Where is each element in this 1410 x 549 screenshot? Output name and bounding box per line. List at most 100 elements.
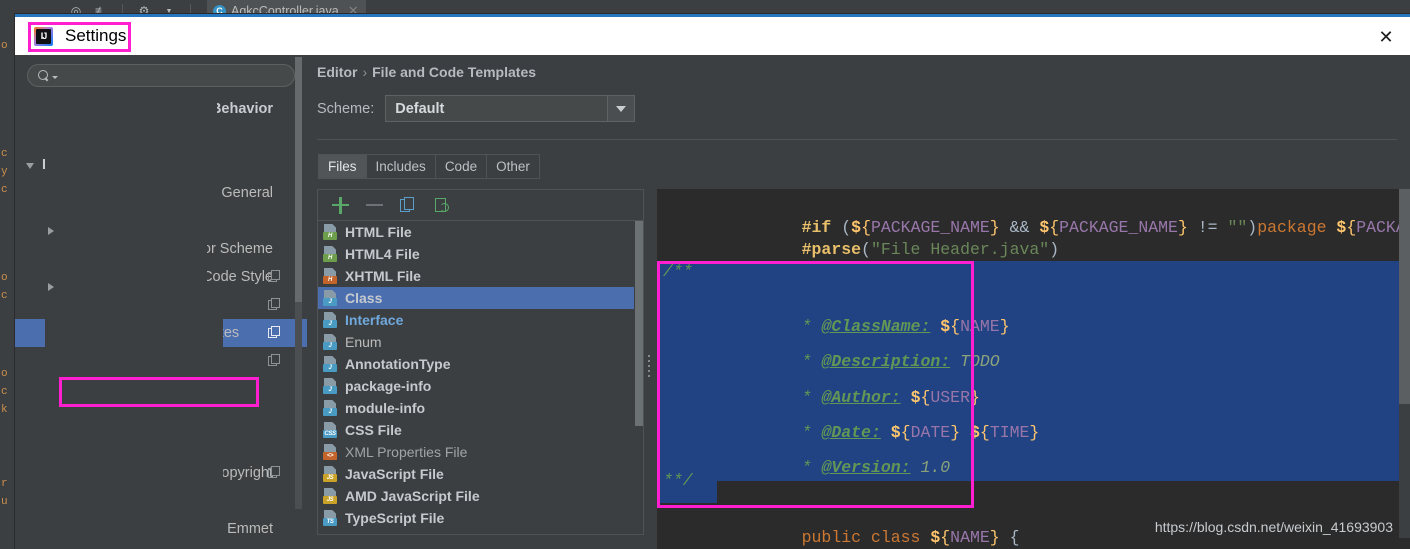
settings-sidebar: Appearance & BehaviorKeymapEditorGeneral…	[15, 55, 307, 549]
scheme-select[interactable]: Default	[385, 95, 636, 122]
template-code-editor[interactable]: #if (${PACKAGE_NAME} && ${PACKAGE_NAME} …	[657, 189, 1410, 549]
tab-files[interactable]: Files	[318, 154, 366, 179]
file-type-icon: JS	[323, 466, 338, 482]
sidebar-item-emmet[interactable]: Emmet	[15, 280, 307, 549]
search-container	[15, 55, 307, 87]
list-item[interactable]: J Enum	[318, 331, 643, 353]
sidebar-item-label: General	[221, 185, 273, 201]
editor-scrollbar[interactable]	[1399, 189, 1410, 538]
file-type-icon: H	[323, 224, 338, 240]
list-item[interactable]: J Interface	[318, 309, 643, 331]
copy-settings-icon[interactable]	[268, 326, 281, 339]
copy-settings-icon[interactable]	[268, 270, 281, 283]
list-item-label: JavaScript File	[345, 466, 444, 482]
tab-label: Code	[444, 159, 478, 174]
file-type-icon: J	[323, 378, 338, 394]
breadcrumb: Editor › File and Code Templates	[317, 64, 536, 80]
chevron-down-icon[interactable]	[25, 159, 38, 172]
template-category-tabs: Files Includes Code Other	[318, 154, 540, 179]
list-item-label: Enum	[345, 334, 382, 350]
list-item[interactable]: J AnnotationType	[318, 353, 643, 375]
list-item[interactable]: Jpackage-info	[318, 375, 643, 397]
list-item-label: XHTML File	[345, 268, 421, 284]
watermark: https://blog.csdn.net/weixin_41693903	[1154, 519, 1393, 535]
list-item-label: HTML File	[345, 224, 412, 240]
template-list: H HTML File H HTML4 File H XHTML File J Class J I…	[317, 220, 644, 535]
copy-settings-icon[interactable]	[268, 354, 281, 367]
dialog-body: Appearance & BehaviorKeymapEditorGeneral…	[15, 55, 1410, 549]
list-item[interactable]: JS AMD JavaScript File	[318, 485, 643, 507]
sidebar-scrollbar[interactable]	[295, 57, 302, 509]
plus-icon[interactable]	[332, 196, 349, 214]
splitter-grip-icon	[648, 355, 651, 383]
list-item[interactable]: TS TypeScript File	[318, 507, 643, 529]
intellij-idea-logo-icon	[34, 26, 53, 46]
content-divider	[317, 139, 1397, 140]
settings-content-pane: Editor › File and Code Templates Scheme: D…	[307, 55, 1410, 549]
list-item[interactable]: H HTML4 File	[318, 243, 643, 265]
tab-other[interactable]: Other	[486, 154, 540, 179]
search-box[interactable]	[27, 64, 295, 87]
minus-icon[interactable]	[366, 197, 383, 214]
tab-label: Files	[328, 159, 357, 174]
tab-label: Other	[496, 159, 530, 174]
code-line: * @Version: 1.0	[801, 458, 951, 477]
code-line: * @Description: TODO	[801, 352, 1000, 371]
file-type-icon: H	[323, 246, 338, 262]
list-item[interactable]: <> XML Properties File	[318, 441, 643, 463]
list-item-label: Interface	[345, 312, 404, 328]
code-line: public class ${NAME} {	[801, 528, 1020, 547]
template-list-items: H HTML File H HTML4 File H XHTML File J Class J I…	[318, 221, 643, 529]
tab-code[interactable]: Code	[434, 154, 487, 179]
sidebar-scrollbar-thumb[interactable]	[295, 57, 302, 302]
chevron-right-icon[interactable]	[45, 280, 224, 549]
scheme-label: Scheme:	[317, 100, 375, 117]
copy-settings-icon[interactable]	[268, 466, 281, 479]
file-type-icon: H	[323, 268, 338, 284]
code-line: * @Author: ${USER}	[801, 388, 980, 407]
copy-settings-icon[interactable]	[268, 298, 281, 311]
templates-content: H HTML File H HTML4 File H XHTML File J Class J I…	[317, 189, 1410, 549]
dialog-close-button[interactable]: ✕	[1376, 27, 1396, 47]
search-icon	[38, 70, 49, 81]
list-item-label: AnnotationType	[345, 356, 451, 372]
breadcrumb-parent[interactable]: Editor	[317, 64, 357, 80]
code-line: **/	[663, 471, 693, 490]
search-input[interactable]	[61, 68, 284, 83]
template-list-scrollbar[interactable]	[634, 221, 643, 534]
code-line: * @ClassName: ${NAME}	[801, 317, 1010, 336]
file-type-icon: CSS	[323, 422, 338, 438]
list-item-label: HTML4 File	[345, 246, 420, 262]
file-type-icon: <>	[323, 444, 338, 460]
code-line: /**	[663, 262, 693, 281]
file-type-icon: JS	[323, 488, 338, 504]
scheme-select-button[interactable]	[607, 96, 635, 121]
list-item-label: package-info	[345, 378, 432, 394]
reset-icon[interactable]	[434, 197, 451, 214]
splitter-handle[interactable]	[644, 189, 657, 549]
template-list-toolbar	[317, 189, 644, 220]
file-type-icon: J	[323, 312, 338, 328]
file-type-icon: TS	[323, 510, 338, 526]
list-item[interactable]: CSS CSS File	[318, 419, 643, 441]
scheme-row: Scheme: Default	[317, 95, 636, 122]
list-item[interactable]: J Class	[318, 287, 643, 309]
copy-icon[interactable]	[400, 196, 417, 214]
list-item[interactable]: JS JavaScript File	[318, 463, 643, 485]
screenshot-root: ◎ ≢ ⚙ ▼ ⇤ C AqkcController.java ✕ ocy co…	[0, 0, 1410, 549]
file-type-icon: J	[323, 290, 338, 306]
editor-scrollbar-thumb[interactable]	[1399, 189, 1410, 404]
code-line: #parse("File Header.java")	[801, 240, 1060, 259]
template-list-scrollbar-thumb[interactable]	[635, 221, 643, 426]
breadcrumb-current: File and Code Templates	[372, 64, 537, 80]
chevron-down-icon[interactable]	[52, 75, 58, 79]
editor-selection-band	[971, 261, 1410, 481]
tab-includes[interactable]: Includes	[365, 154, 435, 179]
list-item[interactable]: Jmodule-info	[318, 397, 643, 419]
list-item-label: TypeScript File	[345, 510, 445, 526]
dialog-titlebar: Settings ✕	[15, 17, 1410, 55]
tab-label: Includes	[375, 159, 426, 174]
list-item[interactable]: H HTML File	[318, 221, 643, 243]
list-item[interactable]: H XHTML File	[318, 265, 643, 287]
template-list-panel: H HTML File H HTML4 File H XHTML File J Class J I…	[317, 189, 644, 549]
